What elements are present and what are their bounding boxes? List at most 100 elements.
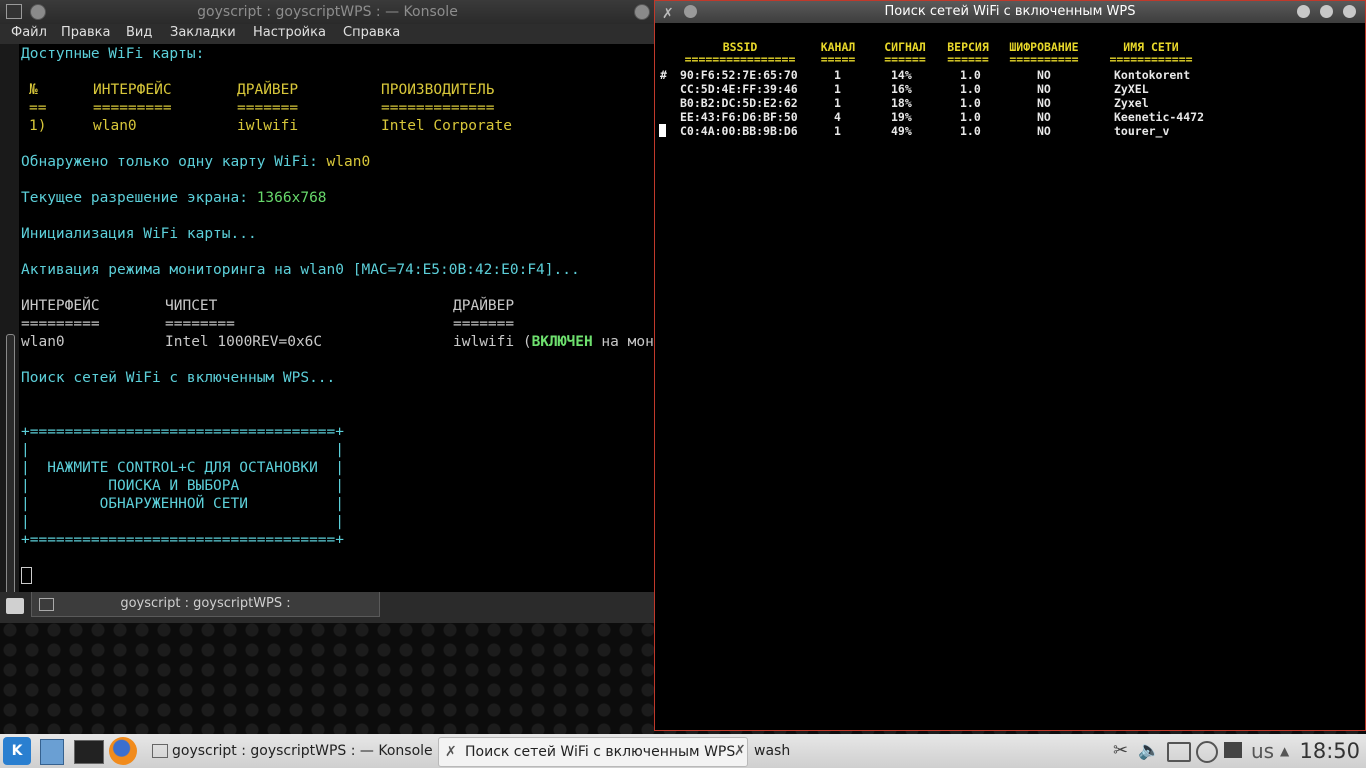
row-encryption: NO [1037,96,1051,110]
box-line: | ПОИСКА И ВЫБОРА | [21,478,345,494]
found-card-line: Обнаружено только одну карту WiFi: wlan0 [21,154,371,170]
new-tab-icon[interactable] [6,598,24,614]
row-channel: 1 [834,68,841,82]
keyboard-layout[interactable]: us [1251,734,1274,768]
device-notifier-icon[interactable] [1224,742,1242,758]
row-version: 1.0 [960,96,981,110]
card-underline: == [29,100,47,116]
card-row-vendor: Intel Corporate [381,118,512,134]
chip-row-interface: wlan0 [21,334,65,350]
chip-underline: ======== [165,316,235,332]
header-underline: ====== [947,52,989,66]
chip-row-driver: iwlwifi (ВКЛЮЧЕН на мон [453,334,654,350]
row-network-name: ZyXEL [1114,82,1149,96]
row-bssid: 90:F6:52:7E:65:70 [680,68,798,82]
maximize-button[interactable] [1320,5,1333,18]
row-channel: 1 [834,124,841,138]
chip-underline: ======= [453,316,515,332]
konsole-titlebar[interactable]: goyscript : goyscriptWPS : — Konsole [0,0,655,24]
row-encryption: NO [1037,124,1051,138]
row-signal: 49% [891,124,912,138]
chip-header-driver: ДРАЙВЕР [453,298,515,314]
chip-header-interface: ИНТЕРФЕЙС [21,298,100,314]
box-border-top: +===================================+ [21,424,345,440]
row-bssid: C0:4A:00:BB:9B:D6 [680,124,798,138]
card-header-num: № [29,82,38,98]
row-signal: 16% [891,82,912,96]
row-bssid: CC:5D:4E:FF:39:46 [680,82,798,96]
row-version: 1.0 [960,82,981,96]
header-underline: ====== [884,52,926,66]
init-line: Инициализация WiFi карты... [21,226,257,242]
menu-edit[interactable]: Правка [61,25,110,40]
row-network-name: Kontokorent [1114,68,1191,82]
row-channel: 1 [834,96,841,110]
minimize-button[interactable] [1297,5,1310,18]
wps-window-titlebar[interactable]: ✗ Поиск сетей WiFi с включенным WPS [655,1,1365,23]
row-encryption: NO [1037,82,1051,96]
window-menu-button[interactable] [30,4,46,20]
chip-header-chipset: ЧИПСЕТ [165,298,218,314]
tray-expand-icon[interactable]: ▲ [1280,734,1289,768]
terminal-output[interactable]: Доступные WiFi карты: № ИНТЕРФЕЙС ДРАЙВЕ… [19,44,655,592]
resolution-line: Текущее разрешение экрана: 1366x768 [21,190,327,206]
row-marker: # [660,68,667,82]
konsole-menubar: Файл Правка Вид Закладки Настройка Справ… [0,24,655,44]
task-wps-search[interactable]: ✗ Поиск сетей WiFi с включенным WPS [438,737,748,767]
row-network-name: Zyxel [1114,96,1149,110]
terminal-cursor [21,567,32,584]
row-signal: 18% [891,96,912,110]
row-network-name: Keenetic-4472 [1114,110,1205,124]
menu-help[interactable]: Справка [343,25,400,40]
volume-icon[interactable]: 🔈 [1138,734,1160,768]
taskbar: K goyscript : goyscriptWPS : — Konsole ✗… [0,734,1366,768]
card-header-interface: ИНТЕРФЕЙС [93,82,172,98]
row-version: 1.0 [960,68,981,82]
row-version: 1.0 [960,110,981,124]
selection-cursor [659,124,666,137]
menu-bookmarks[interactable]: Закладки [170,25,236,40]
minimize-button[interactable] [634,4,650,20]
menu-file[interactable]: Файл [11,25,47,40]
task-wash[interactable]: ✗ wash [728,737,834,765]
terminal-launcher-icon[interactable] [74,740,104,764]
x-app-icon: ✗ [445,744,457,760]
box-line: | | [21,514,345,530]
x-app-icon[interactable]: ✗ [662,3,674,25]
display-icon[interactable] [1167,742,1191,762]
wps-network-table: BSSID КАНАЛ СИГНАЛ ВЕРСИЯ ШИФРОВАНИЕ ИМЯ… [655,23,1365,730]
clock[interactable]: 18:50 [1299,734,1360,768]
chip-row-chipset: Intel 1000REV=0x6C [165,334,323,350]
konsole-window[interactable]: goyscript : goyscriptWPS : — Konsole Фай… [0,0,655,623]
terminal-app-icon[interactable] [6,4,22,19]
x-app-icon: ✗ [734,743,746,759]
row-version: 1.0 [960,124,981,138]
card-underline: ======= [237,100,299,116]
menu-view[interactable]: Вид [126,25,152,40]
row-bssid: EE:43:F6:D6:BF:50 [680,110,798,124]
box-line: | НАЖМИТЕ CONTROL+C ДЛЯ ОСТАНОВКИ | [21,460,345,476]
window-menu-button[interactable] [684,5,697,18]
konsole-title: goyscript : goyscriptWPS : — Konsole [197,4,458,20]
konsole-tab-label: goyscript : goyscriptWPS : [120,596,291,611]
row-bssid: B0:B2:DC:5D:E2:62 [680,96,798,110]
wps-window-title: Поиск сетей WiFi с включенным WPS [884,4,1136,19]
wps-search-window[interactable]: ✗ Поиск сетей WiFi с включенным WPS BSSI… [654,0,1366,731]
menu-settings[interactable]: Настройка [253,25,326,40]
file-manager-icon[interactable] [40,739,64,765]
terminal-tab-icon [39,598,54,611]
card-underline: ========= [93,100,172,116]
card-header-vendor: ПРОИЗВОДИТЕЛЬ [381,82,495,98]
scrollbar-thumb[interactable] [6,334,15,602]
close-button[interactable] [1343,5,1356,18]
chip-underline: ========= [21,316,100,332]
terminal-scrollbar[interactable] [0,44,19,602]
task-konsole[interactable]: goyscript : goyscriptWPS : — Konsole [146,737,436,765]
card-row-driver: iwlwifi [237,118,299,134]
scissors-icon[interactable]: ✂ [1113,734,1128,768]
firefox-icon[interactable] [109,737,137,765]
row-signal: 19% [891,110,912,124]
konsole-tab[interactable]: goyscript : goyscriptWPS : [31,592,380,617]
network-icon[interactable] [1196,741,1218,763]
kde-menu-icon[interactable]: K [3,737,31,765]
